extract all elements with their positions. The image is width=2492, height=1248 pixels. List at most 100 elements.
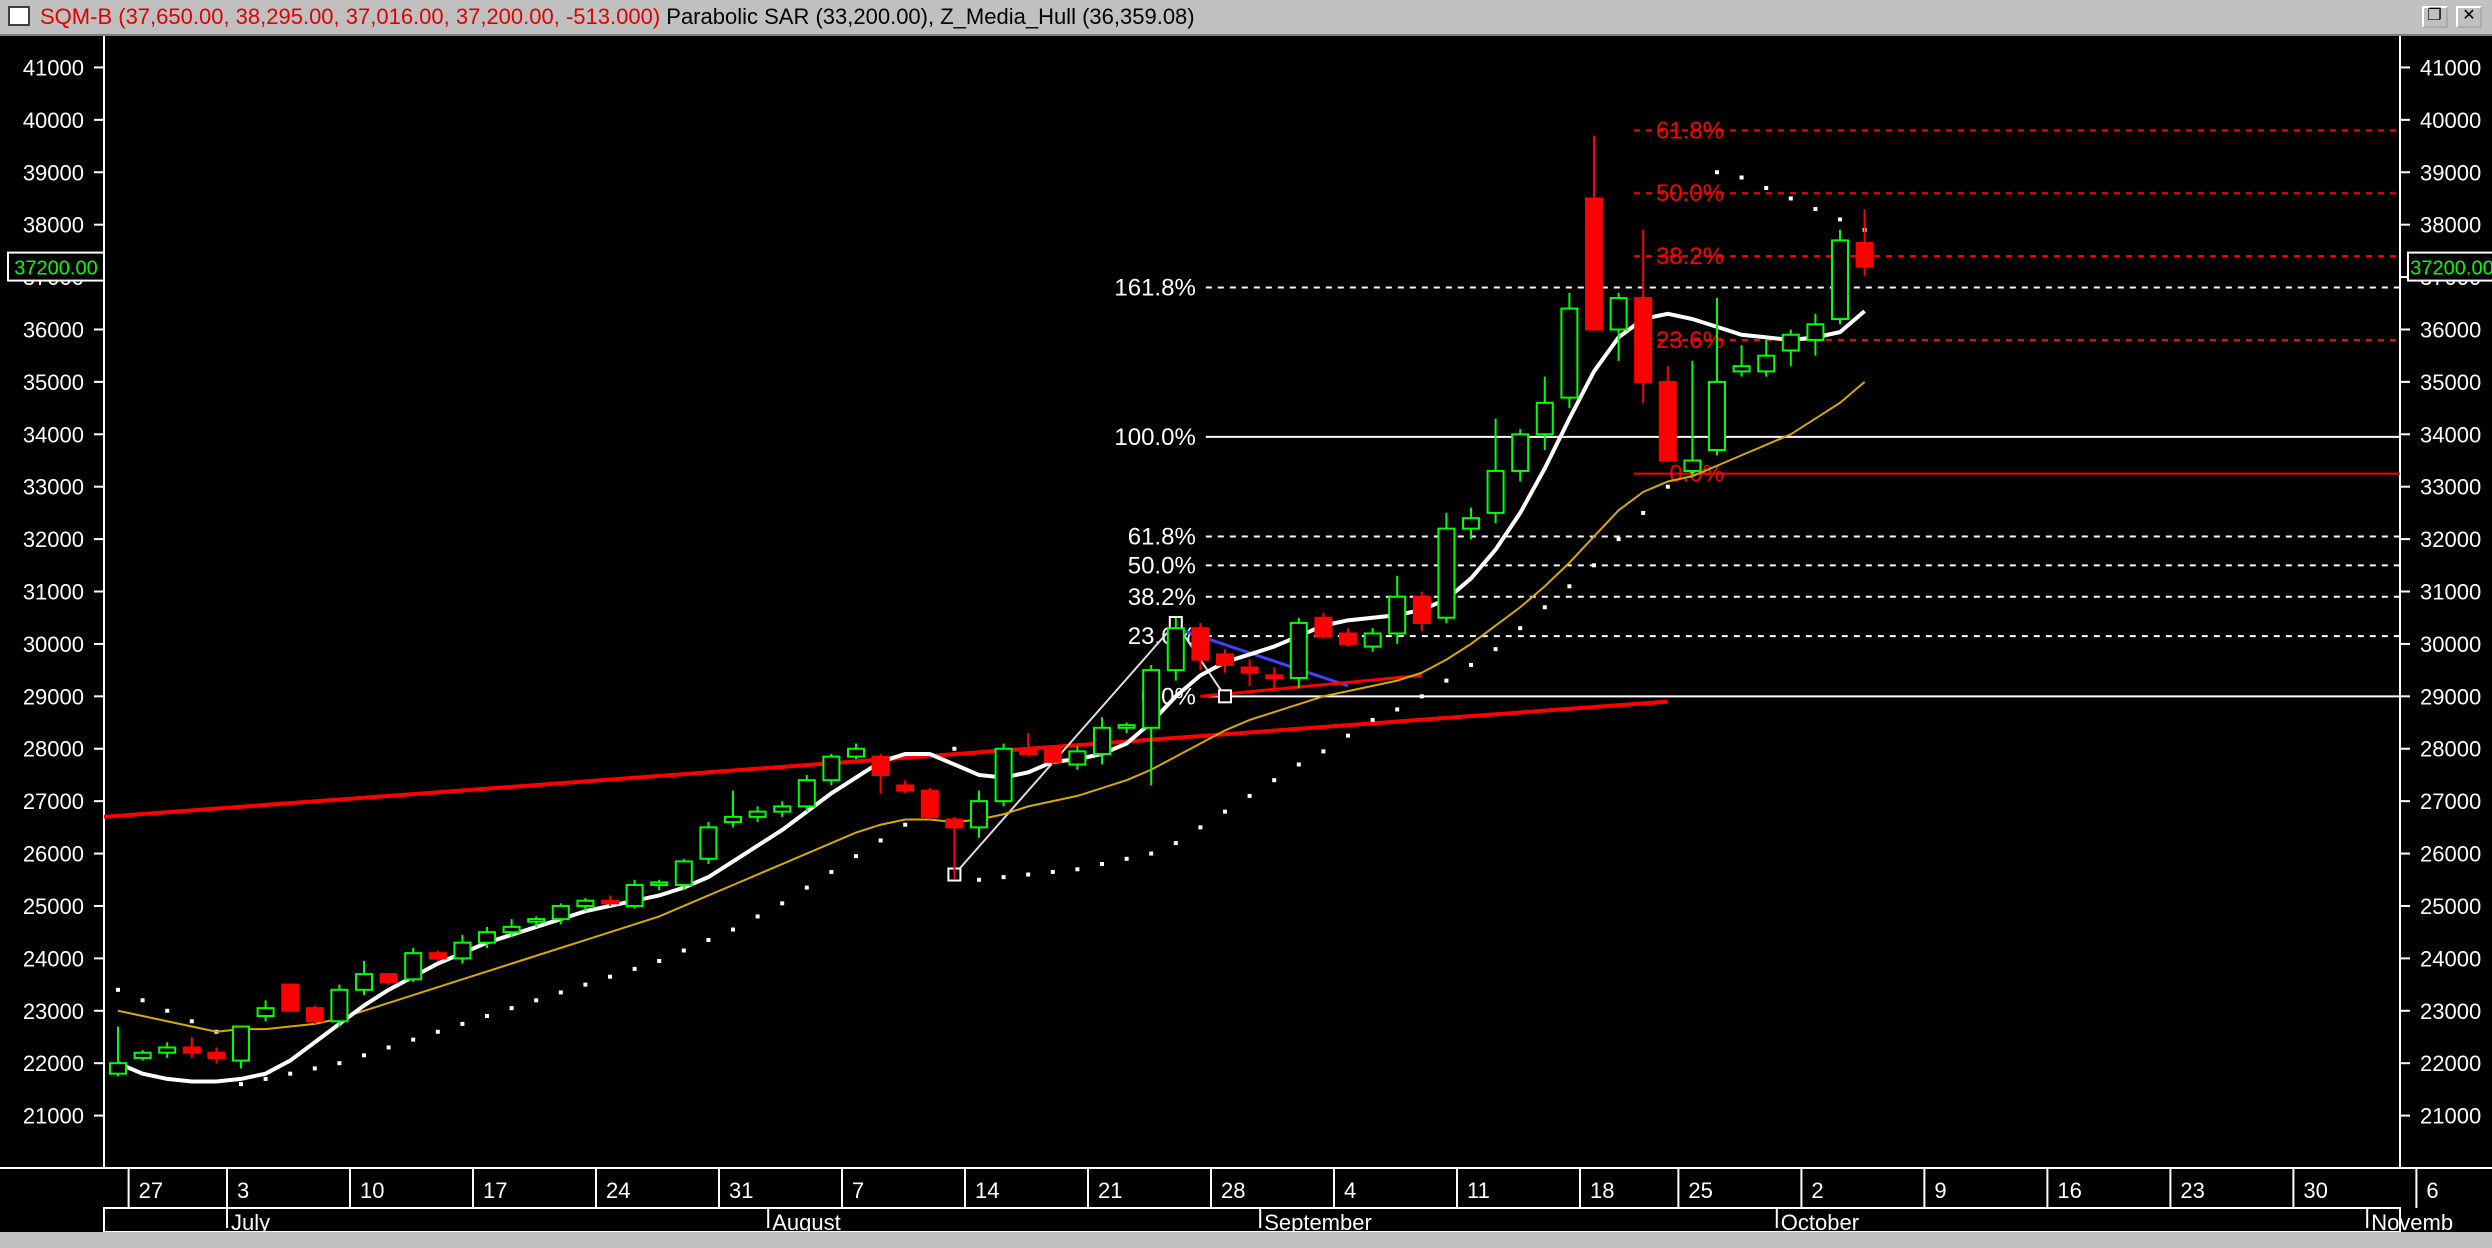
- candle-body: [1511, 433, 1530, 472]
- candle-body: [1781, 333, 1800, 352]
- sar-dot: [1321, 749, 1326, 754]
- y-tick-label-right: 31000: [2420, 580, 2481, 605]
- sar-dot: [1542, 605, 1547, 610]
- x-day-label: 23: [2180, 1178, 2204, 1203]
- close-icon[interactable]: ✕: [2456, 6, 2482, 28]
- sar-dot: [1272, 778, 1277, 783]
- sar-dot: [1838, 217, 1842, 222]
- sar-dot: [1739, 175, 1744, 180]
- candle-body: [1166, 627, 1185, 672]
- candle-body: [527, 918, 546, 923]
- x-day-label: 10: [360, 1178, 384, 1203]
- sar-dot: [509, 1006, 514, 1011]
- candle-body: [1068, 750, 1087, 766]
- y-tick-label-right: 24000: [2420, 946, 2481, 971]
- x-day-label: 31: [729, 1178, 753, 1203]
- y-tick-label-right: 35000: [2420, 370, 2481, 395]
- sar-dot: [1493, 647, 1498, 652]
- candle: [797, 774, 816, 812]
- sar-dot: [1075, 867, 1080, 872]
- sar-dot: [1223, 809, 1227, 814]
- sar-dot: [903, 822, 908, 827]
- candle-body: [355, 973, 373, 991]
- sar-dot: [731, 927, 735, 932]
- candle: [674, 858, 693, 891]
- sar-dot: [1198, 825, 1203, 830]
- y-tick-label-left: 34000: [23, 422, 84, 447]
- y-tick-label-right: 23000: [2420, 999, 2481, 1024]
- y-tick-label-left: 25000: [23, 894, 84, 919]
- sar-dot: [878, 838, 883, 843]
- candle-body: [305, 1007, 324, 1023]
- x-day-label: 2: [1811, 1178, 1823, 1203]
- candle: [1560, 292, 1579, 409]
- y-tick-label-right: 28000: [2420, 737, 2481, 762]
- candle-body: [1142, 669, 1161, 729]
- candle-body: [133, 1051, 152, 1059]
- candle-body: [1240, 666, 1259, 674]
- sar-dot: [1026, 872, 1031, 877]
- y-tick-label-left: 40000: [23, 108, 84, 133]
- candle-body: [1486, 469, 1505, 514]
- sar-dot: [1592, 563, 1596, 568]
- candle-body: [232, 1025, 250, 1062]
- y-tick-label-right: 26000: [2420, 842, 2481, 867]
- y-tick-label-right: 25000: [2420, 894, 2481, 919]
- sar-dot: [657, 958, 662, 963]
- candle-body: [970, 800, 988, 829]
- sar-dot: [1050, 869, 1055, 874]
- fib-extension-label: 50.0%: [1128, 552, 1196, 579]
- sar-dot: [632, 966, 637, 971]
- chart-window-icon: [8, 6, 30, 26]
- y-tick-label-left: 29000: [23, 684, 84, 709]
- candle-body: [1683, 459, 1702, 472]
- candle: [822, 753, 841, 786]
- x-day-label: 16: [2057, 1178, 2081, 1203]
- x-day-label: 18: [1590, 1178, 1614, 1203]
- candle-body: [256, 1007, 275, 1018]
- y-tick-label-left: 23000: [23, 999, 84, 1024]
- x-day-label: 9: [1934, 1178, 1946, 1203]
- candle-body: [1019, 747, 1038, 755]
- sar-dot: [977, 877, 981, 882]
- candle-body: [847, 747, 865, 758]
- candle: [330, 984, 349, 1027]
- candle-body: [871, 755, 890, 776]
- sar-dot: [1665, 484, 1670, 489]
- y-tick-label-left: 32000: [23, 527, 84, 552]
- x-day-label: 14: [975, 1178, 999, 1203]
- candle-body: [404, 952, 423, 981]
- candle-body: [1265, 674, 1284, 679]
- fib-extension-label: 100.0%: [1114, 424, 1195, 451]
- candle: [404, 947, 423, 982]
- restore-icon[interactable]: ❐: [2421, 6, 2448, 28]
- sar-dot: [362, 1053, 366, 1058]
- y-tick-label-right: 22000: [2420, 1051, 2481, 1076]
- candle-body: [945, 818, 964, 829]
- y-tick-label-left: 38000: [23, 213, 84, 238]
- candle-body: [1388, 595, 1407, 635]
- y-tick-label-right: 39000: [2420, 160, 2481, 185]
- candle-body: [773, 805, 792, 813]
- candle-body: [207, 1051, 226, 1059]
- candle-body: [1732, 365, 1751, 373]
- candle-body: [994, 747, 1013, 803]
- y-tick-label-right: 21000: [2420, 1104, 2481, 1129]
- candle-body: [1585, 197, 1603, 331]
- sar-dot: [140, 998, 145, 1003]
- sar-dot: [854, 854, 858, 859]
- sar-dot: [1788, 196, 1793, 201]
- y-tick-label-left: 41000: [23, 55, 84, 80]
- y-tick-label-right: 30000: [2420, 632, 2481, 657]
- x-month-label: August: [772, 1210, 841, 1232]
- sar-dot: [435, 1029, 440, 1034]
- price-chart[interactable]: 21000 2100022000 2200023000 2300024000 24000…: [0, 36, 2492, 1232]
- candle-body: [502, 925, 521, 934]
- candle-body: [1609, 297, 1628, 331]
- candle-body: [1412, 595, 1431, 624]
- y-tick-label-left: 35000: [23, 370, 84, 395]
- candle-body: [576, 899, 595, 907]
- sar-dot: [534, 998, 539, 1003]
- bottom-scrollbar[interactable]: [0, 1232, 2492, 1248]
- sar-dot: [1813, 206, 1818, 211]
